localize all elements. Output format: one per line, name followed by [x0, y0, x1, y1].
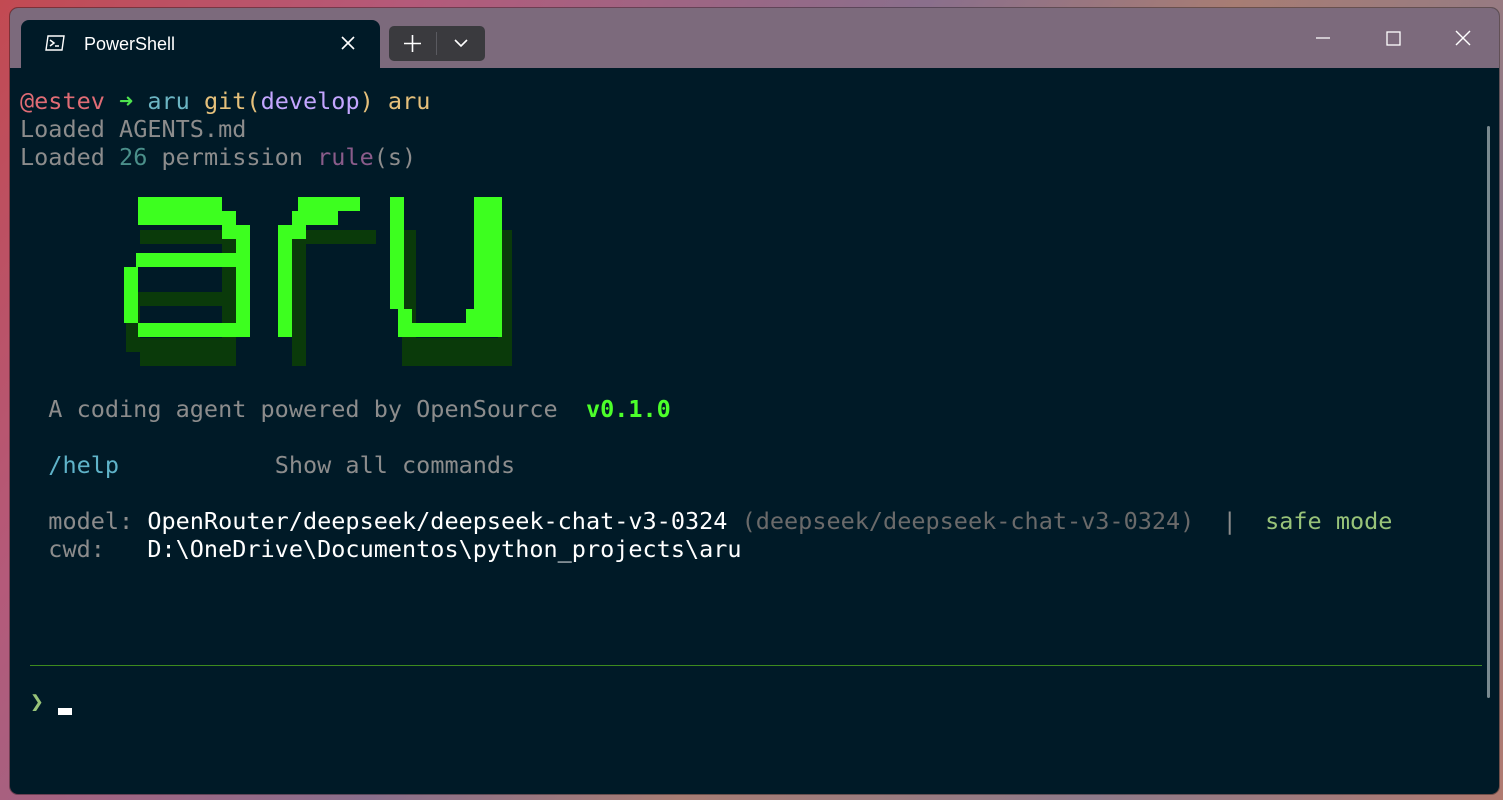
title-bar: PowerShell: [10, 8, 1499, 68]
powershell-icon: [45, 35, 65, 51]
prompt-git-close: ): [359, 87, 374, 115]
close-icon[interactable]: [339, 34, 357, 52]
help-command: /help: [48, 451, 120, 479]
rule-label: rule: [317, 143, 374, 171]
cwd-label: cwd:: [48, 535, 105, 563]
input-cursor[interactable]: [58, 708, 72, 715]
loaded-rules-line: Loaded 26 permission rule(s): [20, 143, 416, 171]
chevron-down-icon[interactable]: [437, 26, 485, 61]
scrollbar[interactable]: [1487, 126, 1490, 698]
loaded-prefix: Loaded: [20, 115, 105, 143]
rule-word: permission: [161, 143, 303, 171]
rule-count: 26: [119, 143, 148, 171]
version: v0.1.0: [585, 395, 671, 423]
prompt-dir: aru: [147, 87, 190, 115]
prompt-command: aru: [387, 87, 431, 115]
loaded-prefix: Loaded: [20, 143, 105, 171]
terminal-output[interactable]: @estev ➜ aru git(develop) aru Loaded AGE…: [20, 76, 1482, 776]
help-description: Show all commands: [274, 451, 516, 479]
prompt-arrow: ➜: [119, 87, 134, 115]
prompt-branch: develop: [260, 87, 360, 115]
tagline: A coding agent powered by OpenSource: [48, 395, 558, 423]
tagline-line: A coding agent powered by OpenSource v0.…: [20, 395, 671, 423]
minimize-icon[interactable]: [1293, 18, 1353, 58]
window-close-icon[interactable]: [1433, 18, 1493, 58]
input-prompt-icon: ❯: [30, 689, 44, 715]
logo-shadow: [126, 230, 512, 366]
mode-badge: safe mode: [1265, 507, 1393, 535]
tab-powershell[interactable]: PowerShell: [21, 20, 380, 68]
maximize-icon[interactable]: [1363, 18, 1423, 58]
model-line: model: OpenRouter/deepseek/deepseek-chat…: [20, 507, 1392, 535]
tab-title: PowerShell: [84, 34, 176, 54]
pipe-separator: |: [1222, 507, 1237, 535]
loaded-agents-line: Loaded AGENTS.md: [20, 115, 246, 143]
model-alias: (deepseek/deepseek-chat-v3-0324): [741, 507, 1195, 535]
input-separator: [30, 665, 1482, 666]
prompt-user: @estev: [20, 87, 105, 115]
shell-prompt-line: @estev ➜ aru git(develop) aru: [20, 87, 430, 115]
plus-icon[interactable]: [389, 26, 436, 61]
cwd-value: D:\OneDrive\Documentos\python_projects\a…: [147, 535, 742, 563]
help-line: /help Show all commands: [20, 451, 515, 479]
aru-logo: [124, 197, 512, 366]
model-label: model:: [48, 507, 134, 535]
model-value: OpenRouter/deepseek/deepseek-chat-v3-032…: [147, 507, 728, 535]
prompt-git-label: git(: [203, 87, 261, 115]
cwd-line: cwd: D:\OneDrive\Documentos\python_proje…: [20, 535, 742, 563]
loaded-file: AGENTS.md: [119, 115, 247, 143]
rule-suffix: (s): [373, 143, 417, 171]
terminal-window: PowerShell @estev ➜ aru git(develop) aru…: [10, 8, 1499, 794]
new-tab-group: [389, 26, 485, 61]
logo-letters: [124, 197, 502, 337]
